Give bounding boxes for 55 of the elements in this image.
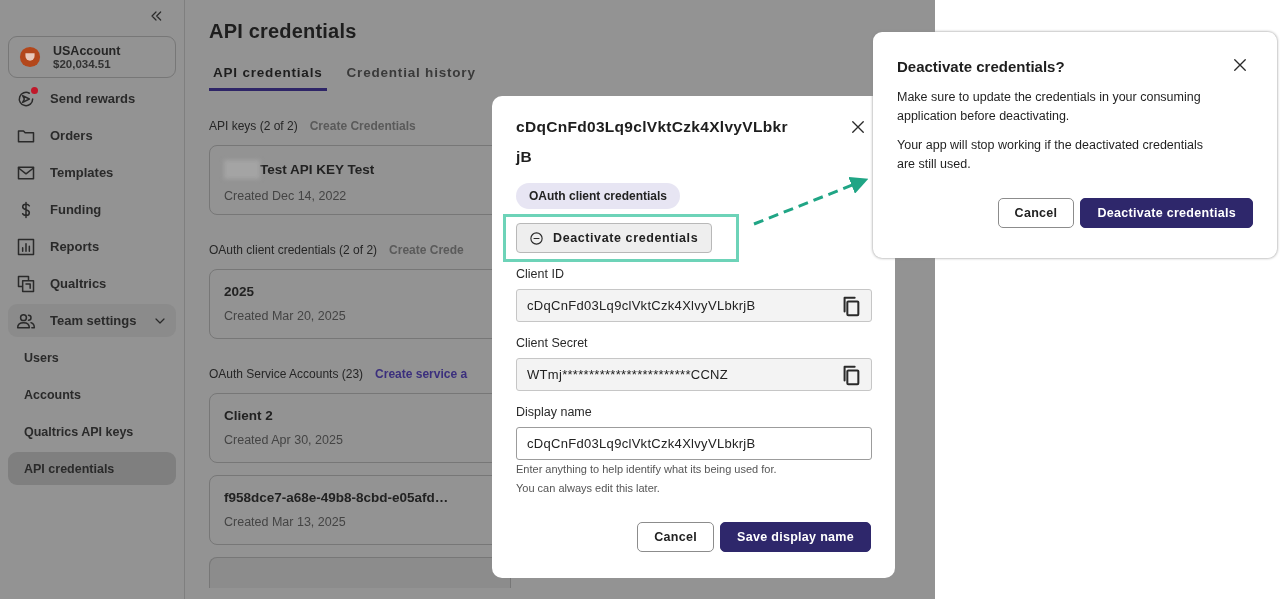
sidebar-item[interactable]: Templates: [8, 156, 176, 189]
save-button[interactable]: Save display name: [720, 522, 871, 552]
account-balance: $20,034.51: [53, 58, 112, 70]
field-label: Display name: [516, 405, 593, 419]
sidebar-item[interactable]: Reports: [8, 230, 176, 263]
account-logo-icon: [19, 46, 41, 68]
overlapping-squares-icon: [16, 273, 36, 294]
helper-text: Enter anything to help identify what its being used for.: [516, 462, 778, 477]
cancel-button[interactable]: Cancel: [997, 198, 1075, 228]
dialog-title: cDqCnFd03Lq9clVktCzk4XlvyVLbkrjB: [516, 117, 789, 167]
sidebar-item[interactable]: Team settings: [8, 304, 176, 337]
page-title: API credentials: [209, 20, 358, 43]
cancel-button[interactable]: Cancel: [637, 522, 715, 552]
section-heading: OAuth client credentials (2 of 2): [209, 243, 378, 257]
credential-type-tag: OAuth client credentials: [516, 183, 681, 209]
helper-text: You can always edit this later.: [516, 481, 661, 496]
card-title: 2025: [224, 284, 255, 299]
field-label: Client Secret: [516, 336, 589, 350]
close-icon: [849, 118, 867, 136]
field-value: cDqCnFd03Lq9clVktCzk4XlvyVLbkrjB: [527, 298, 756, 313]
sidebar-subitem[interactable]: Accounts: [8, 378, 176, 411]
card-date: Created Dec 14, 2022: [224, 189, 348, 203]
deactivate-button[interactable]: Deactivate credentials: [516, 223, 713, 253]
bar-chart-icon: [16, 236, 36, 257]
close-icon: [1231, 56, 1249, 74]
section-heading: OAuth Service Accounts (23): [209, 367, 364, 381]
sidebar-subitem[interactable]: API credentials: [8, 452, 176, 485]
card-title: f958dce7-a68e-49b8-8cbd-e05afd…: [224, 490, 449, 505]
sidebar-item[interactable]: Orders: [8, 119, 176, 152]
section-heading: API keys (2 of 2): [209, 119, 298, 133]
account-switcher[interactable]: USAccount $20,034.51: [8, 36, 176, 78]
dialog-text: Your app will stop working if the deactivated credentials are still used.: [897, 137, 1204, 173]
deactivate-button[interactable]: Deactivate credentials: [1080, 198, 1253, 228]
dialog-title: Deactivate credentials?: [897, 57, 1065, 75]
minus-circle-icon: [529, 230, 544, 246]
create-link[interactable]: Create service a: [375, 367, 468, 381]
sidebar-item[interactable]: Qualtrics: [8, 267, 176, 300]
dialog-text: Make sure to update the credentials in your consuming application before deactivating.: [897, 89, 1202, 125]
field-label: Client ID: [516, 267, 565, 281]
account-name: USAccount: [53, 44, 121, 58]
sidebar-item[interactable]: Send rewards: [8, 82, 176, 115]
tab[interactable]: API credentials: [209, 65, 327, 91]
card-date: Created Apr 30, 2025: [224, 433, 344, 447]
sidebar-subitem[interactable]: Qualtrics API keys: [8, 415, 176, 448]
field-value: WTmj************************CCNZ: [527, 367, 729, 382]
card-title: Client 2: [224, 408, 273, 423]
card-date: Created Mar 20, 2025: [224, 309, 347, 323]
card-title: Test API KEY Test: [260, 162, 375, 177]
tab[interactable]: Credential history: [342, 65, 480, 91]
sidebar-subitem[interactable]: Users: [8, 341, 176, 374]
readonly-field[interactable]: cDqCnFd03Lq9clVktCzk4XlvyVLbkrjB: [516, 289, 872, 322]
card-date: Created Mar 13, 2025: [224, 515, 347, 529]
display-name-input[interactable]: cDqCnFd03Lq9clVktCzk4XlvyVLbkrjB: [516, 427, 872, 460]
sidebar-item[interactable]: Funding: [8, 193, 176, 226]
readonly-field[interactable]: WTmj************************CCNZ: [516, 358, 872, 391]
